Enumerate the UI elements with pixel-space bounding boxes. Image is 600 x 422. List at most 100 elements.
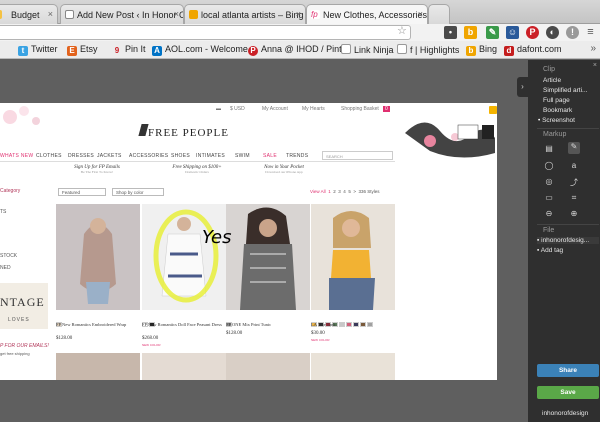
clip-article[interactable]: Article bbox=[543, 77, 561, 84]
promo-emails[interactable]: Sign Up for FP Emails Be The First To Kno… bbox=[58, 165, 136, 174]
email-banner[interactable]: P FOR OUR EMAILS! bbox=[0, 343, 49, 349]
product-name[interactable]: FP New Romantics Doll Face Peasant Dress bbox=[142, 322, 224, 328]
sidebar-item[interactable]: NED bbox=[0, 265, 11, 271]
product-card[interactable] bbox=[56, 204, 140, 310]
view-all-link[interactable]: View All bbox=[310, 189, 326, 194]
nav-clothes[interactable]: CLOTHES bbox=[36, 153, 62, 159]
bing-icon[interactable]: b bbox=[464, 26, 477, 39]
tag-icon: ▪ bbox=[537, 247, 540, 254]
save-button[interactable]: Save bbox=[537, 386, 599, 399]
menu-icon[interactable]: ≡ bbox=[584, 26, 597, 39]
product-card[interactable] bbox=[226, 353, 310, 380]
person-icon[interactable]: ☺ bbox=[506, 26, 519, 39]
page-3[interactable]: 3 bbox=[338, 189, 341, 194]
highlighter-icon[interactable]: ▤ bbox=[544, 144, 554, 153]
bookmark-etsy[interactable]: E Etsy bbox=[67, 44, 98, 56]
notebook-select[interactable]: ▪ inhonorofdesig... bbox=[537, 237, 599, 244]
url-field[interactable] bbox=[0, 25, 411, 40]
bookmark-link-ninja[interactable]: Link Ninja bbox=[341, 44, 394, 55]
nav-dresses[interactable]: DRESSES bbox=[68, 153, 94, 159]
close-icon[interactable]: × bbox=[593, 62, 597, 69]
sidebar-item[interactable]: STOCK bbox=[0, 253, 17, 259]
nav-accessories[interactable]: ACCESSORIES bbox=[129, 153, 168, 159]
pencil-icon[interactable] bbox=[489, 106, 497, 114]
bookmark-twitter[interactable]: t Twitter bbox=[18, 44, 58, 56]
clip-full-page[interactable]: Full page bbox=[543, 97, 570, 104]
comment-icon[interactable]: ▭ bbox=[544, 193, 554, 202]
page-4[interactable]: 4 bbox=[343, 189, 346, 194]
new-tab-button[interactable] bbox=[428, 4, 450, 24]
zoom-out-icon[interactable]: ⊖ bbox=[544, 209, 554, 218]
product-name[interactable]: FP ONE Mix Print Tunic bbox=[226, 322, 308, 328]
free-people-logo[interactable]: FREE PEOPLE bbox=[148, 127, 229, 139]
close-icon[interactable]: × bbox=[48, 9, 53, 19]
close-icon[interactable]: × bbox=[174, 9, 179, 19]
bookmark-pinterest[interactable]: P Anna @ IHOD / Pint bbox=[248, 44, 342, 56]
pen-icon[interactable]: ✎ bbox=[568, 142, 580, 154]
sort-select[interactable]: Featured bbox=[58, 188, 106, 196]
my-hearts-link[interactable]: My Hearts bbox=[302, 106, 325, 112]
evernote-icon[interactable]: ◐ bbox=[546, 26, 559, 39]
clip-bookmark[interactable]: Bookmark bbox=[543, 107, 572, 114]
panel-collapse-toggle[interactable]: › bbox=[517, 77, 528, 97]
nav-jackets[interactable]: JACKETS bbox=[97, 153, 122, 159]
bookmark-highlights[interactable]: f | Highlights bbox=[397, 44, 459, 55]
shopping-basket-link[interactable]: Shopping Basket bbox=[341, 106, 379, 112]
markup-header: Markup bbox=[543, 131, 567, 138]
zoom-in-icon[interactable]: ⊕ bbox=[569, 209, 579, 218]
lightbulb-icon[interactable]: ! bbox=[566, 26, 579, 39]
clip-simplified[interactable]: Simplified arti... bbox=[543, 87, 587, 94]
promo-app[interactable]: Now in Your Pocket Download our iPhone Ap… bbox=[245, 165, 323, 174]
promo-shipping[interactable]: Free Shipping on $100+ Domestic Orders bbox=[158, 165, 236, 174]
stamp-icon[interactable]: ◎ bbox=[544, 177, 554, 186]
arrow-icon[interactable]: ⤴ bbox=[569, 177, 579, 188]
star-icon[interactable]: ☆ bbox=[397, 24, 407, 37]
nav-trends[interactable]: TRENDS bbox=[286, 153, 308, 159]
tab-bing[interactable]: local atlanta artists – Bing × bbox=[184, 4, 306, 24]
close-icon[interactable]: × bbox=[418, 9, 423, 19]
product-name[interactable]: FP New Romantics Embroidered Wrap bbox=[56, 322, 138, 328]
product-card[interactable] bbox=[311, 204, 395, 310]
tab-budget[interactable]: Budget × bbox=[0, 4, 58, 24]
nav-intimates[interactable]: INTIMATES bbox=[196, 153, 225, 159]
bookmark-bing[interactable]: b Bing bbox=[466, 44, 497, 56]
add-tag-button[interactable]: ▪ Add tag bbox=[537, 247, 563, 254]
clip-screenshot[interactable]: • Screenshot bbox=[538, 117, 575, 124]
username[interactable]: inhonorofdesign bbox=[542, 410, 588, 417]
ellipse-icon[interactable]: ◯ bbox=[544, 161, 554, 170]
eyedropper-icon[interactable]: ✎ bbox=[486, 26, 499, 39]
nav-swim[interactable]: SWIM bbox=[235, 153, 250, 159]
close-icon[interactable]: × bbox=[296, 9, 301, 19]
bookmark-pin-it[interactable]: 9 Pin It bbox=[112, 44, 146, 56]
page-icon bbox=[341, 44, 351, 54]
my-account-link[interactable]: My Account bbox=[262, 106, 288, 112]
currency-select[interactable]: $ USD bbox=[230, 106, 245, 112]
vintage-loves-banner[interactable]: NTAGE LOVES bbox=[0, 283, 48, 329]
nav-shoes[interactable]: SHOES bbox=[171, 153, 190, 159]
extension-icon[interactable]: • bbox=[444, 26, 457, 39]
tab-add-new-post[interactable]: Add New Post ‹ In Honor O × bbox=[60, 4, 184, 24]
share-button[interactable]: Share bbox=[537, 364, 599, 377]
text-icon[interactable]: a bbox=[569, 161, 579, 170]
pinterest-icon[interactable]: P bbox=[526, 26, 539, 39]
nav-whats-new[interactable]: WHATS NEW bbox=[0, 153, 33, 159]
bookmark-dafont[interactable]: d dafont.com bbox=[504, 44, 562, 56]
product-card[interactable] bbox=[142, 353, 226, 380]
page-2[interactable]: 2 bbox=[333, 189, 336, 194]
page-next[interactable]: > bbox=[353, 189, 356, 194]
page-1[interactable]: 1 bbox=[328, 189, 331, 194]
bookmark-aol[interactable]: A AOL.com - Welcome bbox=[152, 44, 248, 56]
search-input[interactable]: SEARCH bbox=[322, 151, 393, 160]
page-5[interactable]: 5 bbox=[348, 189, 351, 194]
nav-sale[interactable]: SALE bbox=[263, 153, 277, 159]
crop-icon[interactable]: ⌗ bbox=[569, 193, 579, 203]
tab-bar: Budget × Add New Post ‹ In Honor O × loc… bbox=[0, 0, 600, 24]
tab-free-people[interactable]: fp New Clothes, Accessories, × bbox=[306, 4, 428, 24]
product-card[interactable] bbox=[56, 353, 140, 380]
product-card[interactable] bbox=[311, 353, 395, 380]
color-select[interactable]: Shop by color bbox=[112, 188, 164, 196]
pin-icon: 9 bbox=[114, 46, 120, 55]
sidebar-item[interactable]: TS bbox=[0, 209, 6, 215]
product-name[interactable]: LA Nite Tank bbox=[311, 322, 393, 328]
chevron-right-icon[interactable]: » bbox=[590, 43, 596, 54]
